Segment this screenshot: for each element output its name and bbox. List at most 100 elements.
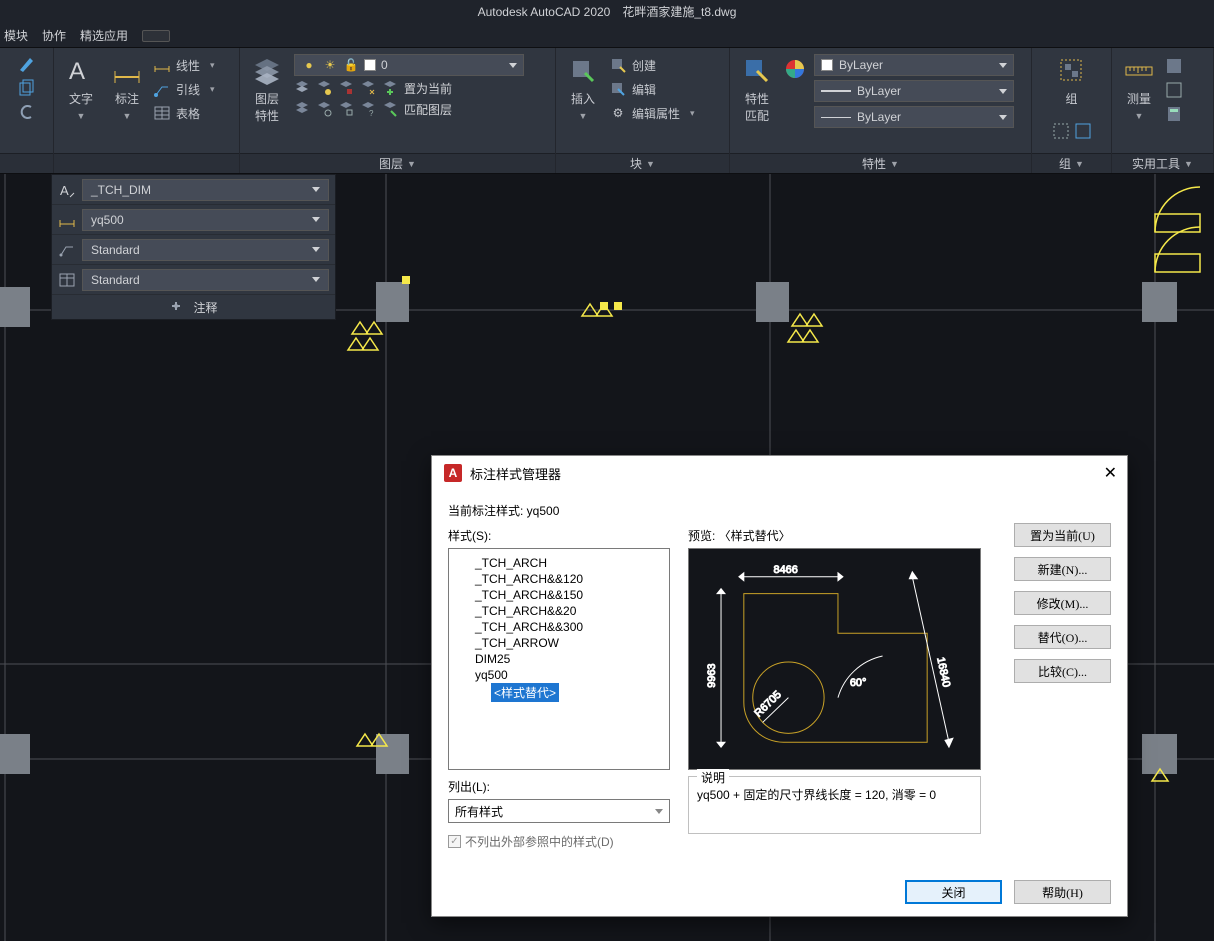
dimension-button[interactable]: 标注 ▼ xyxy=(108,54,146,123)
svg-text:R6705: R6705 xyxy=(752,689,783,720)
svg-text:A: A xyxy=(69,58,85,85)
panel-blocks-title[interactable]: 块 ▼ xyxy=(556,153,729,173)
subset-icon[interactable] xyxy=(19,104,35,120)
panel-properties: 特性 匹配 ByLayer ByLayer ByLayer 特性 ▼ xyxy=(730,48,1032,173)
style-item[interactable]: _TCH_ARCH xyxy=(449,555,669,571)
panel-layers-title[interactable]: 图层 ▼ xyxy=(240,153,555,173)
calculator-icon[interactable] xyxy=(1166,106,1182,122)
menu-module[interactable]: 模块 xyxy=(4,27,28,44)
match-props-button[interactable]: 特性 匹配 xyxy=(738,54,776,126)
close-button[interactable]: 关闭 xyxy=(905,880,1002,904)
style-item[interactable]: _TCH_ARCH&&20 xyxy=(449,603,669,619)
new-button[interactable]: 新建(N)... xyxy=(1014,557,1111,581)
panel-properties-title[interactable]: 特性 ▼ xyxy=(730,153,1031,173)
exclude-xref-checkbox[interactable]: ✓ 不列出外部参照中的样式(D) xyxy=(448,833,670,850)
copy-icon[interactable] xyxy=(19,80,35,96)
util-icon[interactable] xyxy=(1166,58,1182,74)
menu-swatch-icon[interactable] xyxy=(142,30,170,42)
set-current-button[interactable]: 置为当前(U) xyxy=(1014,523,1111,547)
description-group: 说明 yq500 + 固定的尺寸界线长度 = 120, 消零 = 0 xyxy=(688,776,981,834)
override-button[interactable]: 替代(O)... xyxy=(1014,625,1111,649)
style-item[interactable]: _TCH_ARCH&&300 xyxy=(449,619,669,635)
compare-button[interactable]: 比较(C)... xyxy=(1014,659,1111,683)
panel-annotate-title[interactable] xyxy=(54,153,239,173)
styles-label: 样式(S): xyxy=(448,527,670,544)
checkbox-icon: ✓ xyxy=(448,835,461,848)
text-button[interactable]: A 文字 ▼ xyxy=(62,54,100,123)
table-button[interactable]: 表格 xyxy=(154,102,215,124)
layer-setcurrent-icon[interactable] xyxy=(382,80,398,96)
panel-draw-title xyxy=(0,153,53,173)
sun-icon: ☀ xyxy=(322,57,338,73)
edit-block-button[interactable]: 编辑 xyxy=(610,78,695,100)
leader-button[interactable]: 引线▾ xyxy=(154,78,215,100)
textstyle-icon: A xyxy=(52,182,82,198)
layer-tool-icon[interactable]: ? xyxy=(360,101,376,117)
linetype-combo[interactable]: ByLayer xyxy=(814,106,1014,128)
menu-collab[interactable]: 协作 xyxy=(42,27,66,44)
help-button[interactable]: 帮助(H) xyxy=(1014,880,1111,904)
layer-tool-icon[interactable] xyxy=(294,101,310,117)
chevron-down-icon xyxy=(999,115,1007,120)
create-block-button[interactable]: 创建 xyxy=(610,54,695,76)
textstyle-combo[interactable]: _TCH_DIM xyxy=(82,179,329,201)
ruler-icon xyxy=(1124,56,1154,86)
layer-tool-icon[interactable] xyxy=(338,80,354,96)
dimstyle-combo[interactable]: yq500 xyxy=(82,209,329,231)
util-icon[interactable] xyxy=(1166,82,1182,98)
svg-text:?: ? xyxy=(369,109,374,118)
panel-utilities-title[interactable]: 实用工具 ▼ xyxy=(1112,153,1213,173)
layer-combo[interactable]: ● ☀ 🔓 0 xyxy=(294,54,524,76)
layer-tool-icon[interactable] xyxy=(360,80,376,96)
tablestyle-combo[interactable]: Standard xyxy=(82,269,329,291)
pin-icon[interactable] xyxy=(169,299,187,316)
table-icon xyxy=(154,105,170,121)
linear-button[interactable]: 线性▾ xyxy=(154,54,215,76)
menu-featured[interactable]: 精选应用 xyxy=(80,27,128,44)
listout-label: 列出(L): xyxy=(448,778,670,795)
colorwheel-icon[interactable] xyxy=(784,58,806,83)
gear-icon: ⚙ xyxy=(610,105,626,121)
layer-tool-icon[interactable] xyxy=(338,101,354,117)
mleaderstyle-combo[interactable]: Standard xyxy=(82,239,329,261)
brush-icon[interactable] xyxy=(19,56,35,72)
group-button[interactable]: 组 xyxy=(1053,54,1091,109)
lineweight-combo[interactable]: ByLayer xyxy=(814,80,1014,102)
layer-properties-button[interactable]: 图层 特性 xyxy=(248,54,286,126)
close-icon[interactable]: ✕ xyxy=(1104,463,1117,483)
layer-tool-icon[interactable] xyxy=(294,80,310,96)
listout-select[interactable]: 所有样式 xyxy=(448,799,670,823)
style-item[interactable]: _TCH_ARCH&&120 xyxy=(449,571,669,587)
dialog-titlebar[interactable]: A标注样式管理器 ✕ xyxy=(432,456,1127,490)
layer-match-icon[interactable] xyxy=(382,101,398,117)
leader-icon xyxy=(154,81,170,97)
edit-icon xyxy=(610,81,626,97)
color-combo[interactable]: ByLayer xyxy=(814,54,1014,76)
modify-button[interactable]: 修改(M)... xyxy=(1014,591,1111,615)
style-listbox[interactable]: _TCH_ARCH _TCH_ARCH&&120 _TCH_ARCH&&150 … xyxy=(448,548,670,770)
style-item-selected[interactable]: <样式替代> xyxy=(491,683,559,702)
measure-button[interactable]: 测量▼ xyxy=(1120,54,1158,123)
autocad-icon: A xyxy=(444,464,462,482)
chevron-down-icon xyxy=(655,809,663,814)
group-tool-icon[interactable] xyxy=(1053,123,1069,139)
chevron-down-icon xyxy=(509,63,517,68)
style-item[interactable]: DIM25 xyxy=(449,651,669,667)
chevron-down-icon: ▼ xyxy=(123,111,132,121)
layer-tool-icon[interactable] xyxy=(316,80,332,96)
insert-button[interactable]: 插入▼ xyxy=(564,54,602,123)
layer-tool-icon[interactable] xyxy=(316,101,332,117)
group-tool-icon[interactable] xyxy=(1075,123,1091,139)
style-item[interactable]: _TCH_ARROW xyxy=(449,635,669,651)
match-layer-label[interactable]: 匹配图层 xyxy=(404,101,452,118)
panel-groups-title[interactable]: 组 ▼ xyxy=(1032,153,1111,173)
style-item[interactable]: _TCH_ARCH&&150 xyxy=(449,587,669,603)
style-item[interactable]: yq500 xyxy=(449,667,669,683)
edit-attr-button[interactable]: ⚙编辑属性▾ xyxy=(610,102,695,124)
layer-color-swatch xyxy=(364,59,376,71)
chevron-down-icon xyxy=(312,217,320,222)
text-icon: A xyxy=(66,56,96,86)
chevron-down-icon xyxy=(312,277,320,282)
set-current-label[interactable]: 置为当前 xyxy=(404,80,452,97)
dimstyle-row: A _TCH_DIM xyxy=(52,175,335,205)
